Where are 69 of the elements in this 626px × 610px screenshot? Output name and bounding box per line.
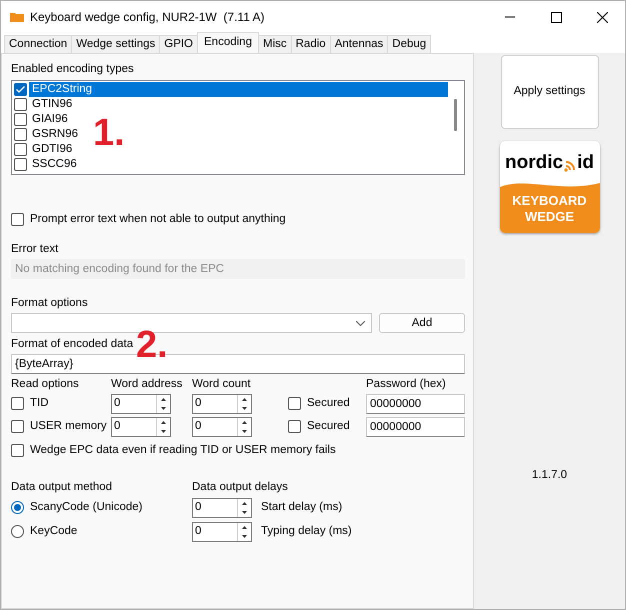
- field-label: Format options: [11, 296, 89, 310]
- tab[interactable]: GPIO: [159, 35, 198, 53]
- field-label: Typing delay (ms): [261, 524, 352, 539]
- checkbox-label: Secured: [307, 419, 350, 434]
- section-label: Data output method: [11, 480, 114, 495]
- tab[interactable]: Antennas: [330, 35, 388, 53]
- list-item[interactable]: SSCC96: [29, 157, 80, 172]
- tab[interactable]: Misc: [258, 35, 292, 53]
- radio-button[interactable]: [11, 501, 24, 514]
- list-item[interactable]: EPC2String: [29, 82, 448, 97]
- checkbox[interactable]: [14, 143, 27, 156]
- checkbox-label: Secured: [307, 396, 350, 412]
- logo-text: id: [577, 153, 594, 173]
- folder-icon: [10, 12, 24, 22]
- column-header: Password (hex): [366, 376, 447, 392]
- checkbox[interactable]: [14, 98, 27, 111]
- checkbox-label: Wedge EPC data even if reading TID or USER memory fails: [30, 443, 336, 458]
- tab[interactable]: Wedge settings: [71, 35, 160, 53]
- tab[interactable]: Radio: [290, 35, 331, 53]
- checkbox[interactable]: [288, 397, 301, 410]
- window-title: Keyboard wedge config, NUR2-1W (7.11 A): [30, 9, 265, 26]
- column-header: Word address: [111, 376, 184, 392]
- close-icon: [596, 12, 608, 22]
- spin-field[interactable]: 0: [111, 416, 171, 437]
- section-label: Enabled encoding types: [11, 62, 135, 76]
- radio-button[interactable]: [11, 525, 24, 538]
- logo-text: KEYBOARD WEDGE: [511, 193, 588, 225]
- spin-field[interactable]: 0: [192, 522, 252, 542]
- checkbox-label: USER memory: [30, 419, 107, 434]
- checkbox[interactable]: [14, 113, 27, 126]
- checkbox-label: TID: [30, 396, 49, 412]
- radio-label: KeyCode: [30, 524, 78, 539]
- version-text: 1.1.7.0: [532, 468, 568, 483]
- checkbox[interactable]: [14, 128, 27, 141]
- field-label: Start delay (ms): [261, 500, 342, 515]
- checkbox-label: Prompt error text when not able to output anything: [30, 212, 286, 227]
- password-field[interactable]: 00000000: [366, 416, 465, 437]
- column-header: Read options: [11, 376, 80, 392]
- spin-field[interactable]: 0: [192, 498, 252, 518]
- field-label: Format of encoded data: [11, 337, 134, 352]
- field-label: Error text: [11, 242, 60, 256]
- checkbox[interactable]: [11, 213, 24, 226]
- checkbox[interactable]: [11, 420, 24, 434]
- maximize-icon: [550, 12, 562, 22]
- list-item[interactable]: GIAI96: [29, 112, 71, 127]
- checkbox[interactable]: [288, 420, 301, 434]
- list-item[interactable]: GDTI96: [29, 142, 76, 157]
- apply-settings-button[interactable]: Apply settings: [500, 55, 598, 129]
- checkbox[interactable]: [14, 83, 27, 96]
- password-field[interactable]: 00000000: [366, 394, 465, 414]
- section-label: Data output delays: [192, 480, 289, 495]
- add-button[interactable]: Add: [379, 313, 465, 334]
- annotation-number: 1.: [93, 114, 125, 152]
- spin-field[interactable]: 0: [192, 416, 252, 437]
- list-item[interactable]: GTIN96: [29, 97, 76, 112]
- tab[interactable]: Encoding: [197, 32, 259, 53]
- column-header: Word count: [192, 376, 252, 392]
- tab[interactable]: Debug: [387, 35, 432, 53]
- spin-field[interactable]: 0: [192, 394, 252, 414]
- logo-text: nordic: [505, 153, 564, 173]
- tab[interactable]: Connection: [4, 35, 72, 53]
- checkbox[interactable]: [14, 158, 27, 171]
- spin-field[interactable]: 0: [111, 394, 171, 414]
- chevron-down-icon: [356, 320, 365, 326]
- radio-label: ScanyCode (Unicode): [30, 500, 143, 515]
- list-item[interactable]: GSRN96: [29, 127, 82, 142]
- scrollbar-thumb[interactable]: [454, 99, 456, 131]
- checkbox[interactable]: [11, 444, 24, 458]
- checkbox[interactable]: [11, 397, 24, 410]
